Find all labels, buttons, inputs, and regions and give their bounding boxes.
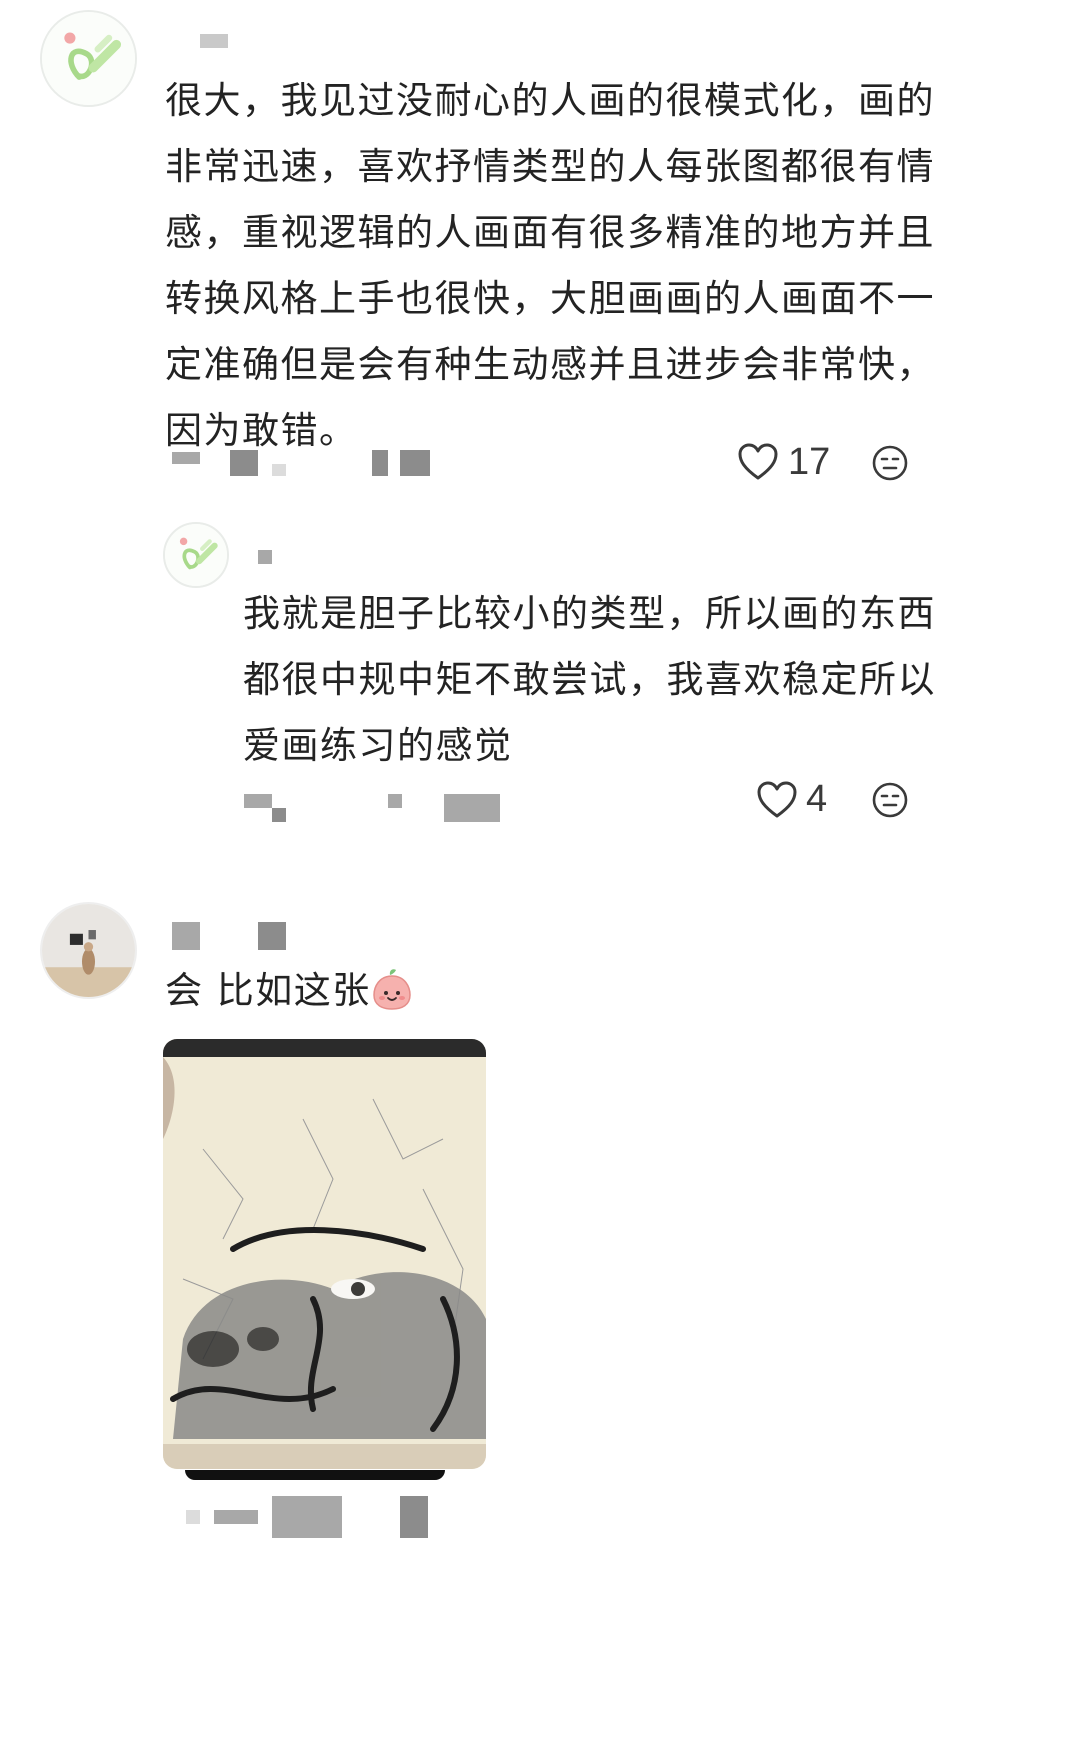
image-shadow <box>185 1470 445 1480</box>
meta-redacted <box>214 1510 258 1524</box>
like-count: 4 <box>806 778 828 820</box>
reply-body: 我就是胆子比较小的类型，所以画的东西 都很中规中矩不敢尝试，我喜欢稳定所以 爱画… <box>243 581 943 779</box>
meta-redacted <box>230 450 258 476</box>
username-redacted <box>172 922 200 950</box>
meta-redacted <box>172 452 200 464</box>
heart-outline-icon[interactable] <box>738 443 778 481</box>
comment-line: 转换风格上手也很快，大胆画画的人画面不一 <box>165 277 935 320</box>
gallery-photo-avatar-icon <box>42 904 135 997</box>
ink-sketch-photo <box>163 1039 486 1469</box>
comment-body: 很大，我见过没耐心的人画的很模式化，画的 非常迅速，喜欢抒情类型的人每张图都很有… <box>165 68 935 464</box>
comment-line: 很大，我见过没耐心的人画的很模式化，画的 <box>165 79 935 122</box>
reply-button-redacted[interactable] <box>444 794 500 822</box>
meta-redacted <box>186 1510 200 1524</box>
meta-redacted <box>272 464 286 476</box>
meta-redacted <box>272 808 286 822</box>
user-avatar[interactable] <box>40 902 137 999</box>
meta-redacted <box>244 794 272 808</box>
neutral-face-icon[interactable] <box>872 782 908 818</box>
reply-line: 我就是胆子比较小的类型，所以画的东西 <box>243 592 936 635</box>
username-redacted <box>200 34 228 48</box>
reply-line: 都很中规中矩不敢尝试，我喜欢稳定所以 <box>243 658 936 701</box>
reply-user-avatar[interactable] <box>163 522 229 588</box>
peach-face-emoji <box>371 966 413 1032</box>
reply-button-redacted[interactable] <box>400 1496 428 1538</box>
comment-line: 非常迅速，喜欢抒情类型的人每张图都很有情 <box>165 145 935 188</box>
meta-redacted <box>272 1496 342 1538</box>
reply-button-redacted[interactable] <box>400 450 430 476</box>
comment-image[interactable] <box>163 1039 486 1469</box>
comment-line: 定准确但是会有种生动感并且进步会非常快， <box>165 343 935 386</box>
heart-outline-icon[interactable] <box>757 781 797 819</box>
reply-line: 爱画练习的感觉 <box>243 724 513 767</box>
user-avatar[interactable] <box>40 10 137 107</box>
like-count: 17 <box>788 441 831 483</box>
comment-body: 会 比如这张 <box>165 958 565 1032</box>
reply-button-redacted[interactable] <box>372 450 388 476</box>
green-doodle-avatar-icon <box>42 12 135 105</box>
username-redacted <box>258 922 286 950</box>
neutral-face-icon[interactable] <box>872 445 908 481</box>
green-doodle-avatar-icon <box>165 524 227 586</box>
comment-line: 感，重视逻辑的人画面有很多精准的地方并且 <box>165 211 935 254</box>
meta-redacted <box>388 794 402 808</box>
comment-text: 会 比如这张 <box>165 969 371 1012</box>
reply-username-redacted <box>258 550 272 564</box>
